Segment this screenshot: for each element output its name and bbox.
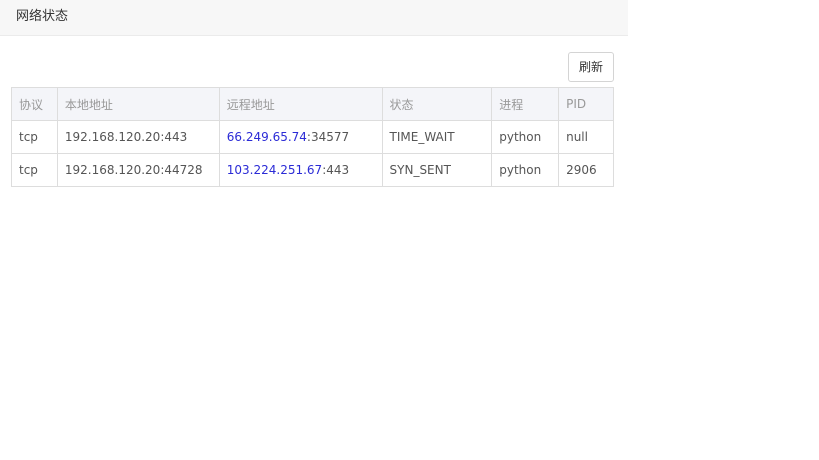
toolbar: 刷新 — [568, 52, 614, 82]
table-row: tcp 192.168.120.20:44728 103.224.251.67:… — [11, 153, 614, 187]
remote-port: :443 — [322, 163, 350, 177]
cell-state: TIME_WAIT — [381, 120, 493, 154]
cell-local-address: 192.168.120.20:44728 — [56, 153, 220, 187]
cell-protocol: tcp — [11, 153, 58, 187]
cell-pid: 2906 — [558, 153, 614, 187]
column-header-process: 进程 — [491, 87, 560, 121]
table-row: tcp 192.168.120.20:443 66.249.65.74:3457… — [11, 120, 614, 154]
cell-state: SYN_SENT — [381, 153, 493, 187]
column-header-state: 状态 — [381, 87, 493, 121]
connections-table: 协议 本地地址 远程地址 状态 进程 PID tcp 192.168.120.2… — [11, 87, 614, 187]
cell-process: python — [491, 120, 560, 154]
refresh-button[interactable]: 刷新 — [568, 52, 614, 82]
panel-title: 网络状态 — [0, 0, 628, 36]
cell-protocol: tcp — [11, 120, 58, 154]
remote-ip-link[interactable]: 103.224.251.67 — [227, 163, 322, 177]
cell-local-address: 192.168.120.20:443 — [56, 120, 220, 154]
cell-remote-address: 66.249.65.74:34577 — [218, 120, 383, 154]
column-header-pid: PID — [558, 87, 614, 121]
table-header-row: 协议 本地地址 远程地址 状态 进程 PID — [11, 87, 614, 121]
column-header-protocol: 协议 — [11, 87, 58, 121]
cell-pid: null — [558, 120, 614, 154]
remote-port: :34577 — [306, 130, 350, 144]
column-header-local-address: 本地地址 — [56, 87, 220, 121]
network-status-panel: 网络状态 刷新 协议 本地地址 远程地址 状态 进程 PID tcp 192.1… — [0, 0, 628, 460]
remote-ip-link[interactable]: 66.249.65.74 — [227, 130, 307, 144]
column-header-remote-address: 远程地址 — [218, 87, 383, 121]
cell-remote-address: 103.224.251.67:443 — [218, 153, 383, 187]
cell-process: python — [491, 153, 560, 187]
